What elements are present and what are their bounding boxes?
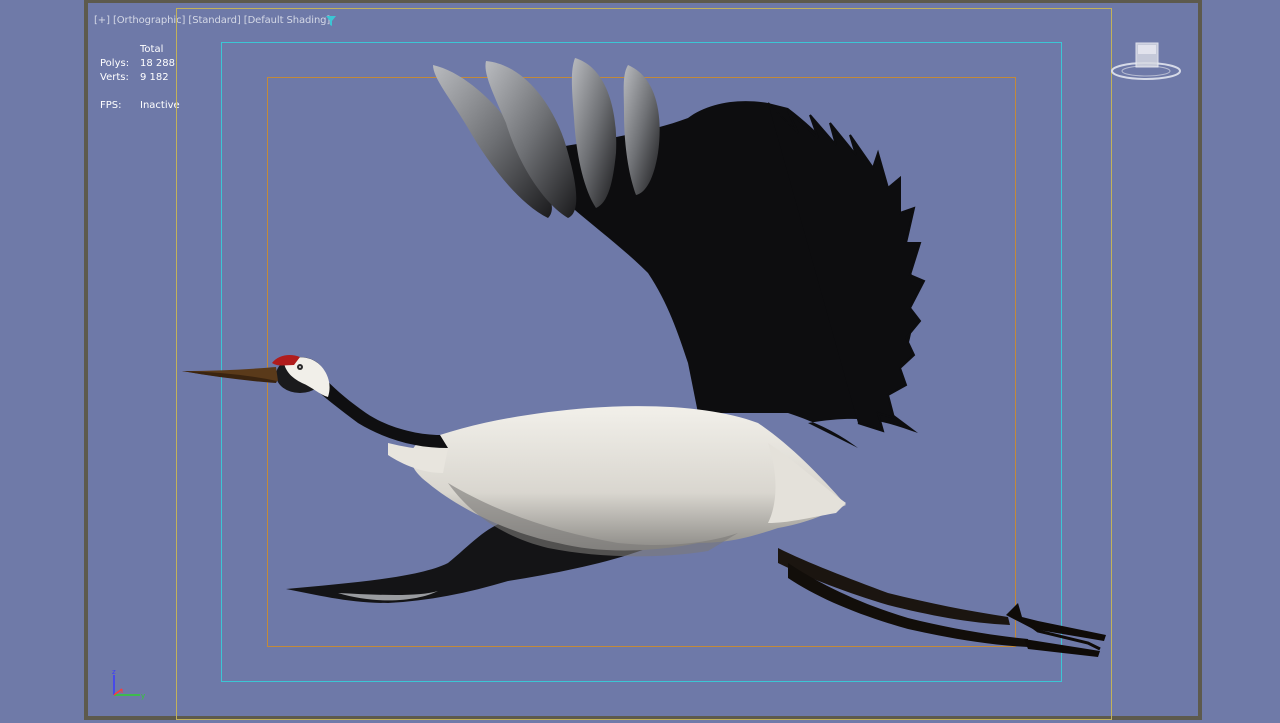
orthographic-viewport[interactable]: [+] [Orthographic] [Standard] [Default S…	[84, 0, 1202, 720]
viewcube-icon[interactable]	[1108, 39, 1188, 87]
svg-text:z: z	[112, 668, 116, 676]
letterbox-left	[0, 0, 84, 720]
svg-text:x: x	[120, 688, 124, 695]
axis-tripod-icon: z y x	[112, 668, 145, 700]
svg-text:y: y	[141, 692, 145, 700]
crane-model[interactable]	[88, 3, 1206, 723]
letterbox-right	[1202, 0, 1280, 720]
